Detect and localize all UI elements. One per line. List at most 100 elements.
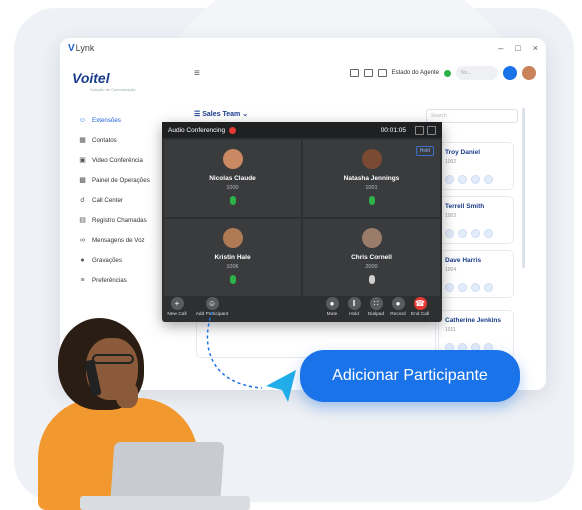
top-bar: ≡ Estado do Agente No... xyxy=(184,58,546,88)
contacts-icon: ▦ xyxy=(79,137,86,144)
scrollbar[interactable] xyxy=(522,108,525,268)
mic-on-icon xyxy=(229,196,236,205)
chat-icon[interactable] xyxy=(471,175,480,184)
lynk-logo-icon: V xyxy=(68,42,75,54)
contact-ext: 1002 xyxy=(445,159,457,165)
participant-name: Nicolas Claude xyxy=(209,175,256,182)
conference-header: Audio Conferencing 00:01:05 xyxy=(162,122,442,138)
avatar xyxy=(361,149,382,169)
contact-name: Dave Harris xyxy=(445,257,482,264)
more-icon[interactable] xyxy=(484,229,493,238)
agent-status-label[interactable]: Estado do Agente xyxy=(392,70,439,76)
fullscreen-icon[interactable] xyxy=(427,125,436,135)
participant-name: Kristin Hale xyxy=(214,254,251,261)
contact-card[interactable]: Terrell Smith 1003 xyxy=(438,196,514,244)
new-call-button[interactable]: + New Call xyxy=(160,297,194,317)
team-selector[interactable]: ☰ Sales Team ⌄ xyxy=(194,110,248,118)
phone-icon[interactable] xyxy=(445,229,454,238)
sidebar-item-label: Registro Chamadas xyxy=(92,216,147,224)
call-timer: 00:01:05 xyxy=(380,126,406,134)
sidebar-item-label: Preferências xyxy=(92,276,127,284)
participant-tile: Chris Cornell 2000 xyxy=(303,219,440,296)
status-select[interactable]: No... xyxy=(456,66,498,80)
microphone-icon: ● xyxy=(80,256,85,264)
sidebar-item-label: Painel de Operações xyxy=(92,176,150,184)
end-call-icon: ☎ xyxy=(413,297,427,310)
title-bar: V Lynk – □ × xyxy=(60,38,546,58)
voicemail-icon: ∞ xyxy=(80,236,85,244)
video-icon[interactable] xyxy=(458,283,467,292)
mic-on-icon xyxy=(229,275,236,284)
contact-name: Troy Daniel xyxy=(445,149,481,156)
record-indicator-icon xyxy=(229,126,237,134)
avatar xyxy=(361,228,382,248)
users-icon: ☺ xyxy=(78,116,87,124)
calendar-icon[interactable] xyxy=(363,69,373,77)
menu-icon[interactable]: ≡ xyxy=(194,68,200,79)
maximize-button[interactable]: □ xyxy=(515,43,520,53)
participant-tile: Hold Natasha Jennings 1001 xyxy=(303,140,440,217)
participant-ext: 1000 xyxy=(226,185,239,191)
phone-icon[interactable] xyxy=(445,175,454,184)
woman-hand xyxy=(116,382,138,408)
phone-button[interactable] xyxy=(503,66,517,80)
contact-ext: 1003 xyxy=(445,213,457,219)
monitor-icon[interactable] xyxy=(377,69,387,77)
brand-tagline: Solução de Comunicação xyxy=(90,87,136,92)
audio-conference-panel: Audio Conferencing 00:01:05 Nicolas Clau… xyxy=(162,122,442,322)
participant-ext: 1001 xyxy=(365,185,378,191)
sidebar-item-label: Call Center xyxy=(92,196,123,204)
chat-icon[interactable] xyxy=(471,283,480,292)
participant-name: Natasha Jennings xyxy=(343,175,400,182)
minimize-button[interactable]: – xyxy=(498,43,503,53)
conference-title: Audio Conferencing xyxy=(168,126,226,134)
participant-tile: Kristin Hale 1006 xyxy=(164,219,301,296)
avatar xyxy=(222,149,243,169)
add-participant-cta[interactable]: Adicionar Participante xyxy=(300,350,520,402)
sidebar-item-label: Mensagens de Voz xyxy=(92,236,145,244)
contact-card[interactable]: Dave Harris 1004 xyxy=(438,250,514,298)
arrow-icon xyxy=(266,370,296,402)
avatar xyxy=(222,228,243,248)
sidebar-item-label: Video Conferência xyxy=(92,156,143,164)
dashboard-icon: ▩ xyxy=(79,177,86,184)
participant-ext: 2000 xyxy=(365,264,378,270)
headset-icon: ☌ xyxy=(80,197,85,204)
avatar[interactable] xyxy=(522,66,536,80)
contact-name: Catherine Jenkins xyxy=(445,317,501,324)
chat-icon[interactable] xyxy=(471,229,480,238)
dialpad-icon[interactable] xyxy=(349,69,359,77)
mic-muted-icon xyxy=(368,275,375,284)
plus-icon: + xyxy=(170,297,184,310)
sidebar-item-label: Contatos xyxy=(92,136,117,144)
participant-tile: Nicolas Claude 1000 xyxy=(164,140,301,217)
search-input[interactable]: Search xyxy=(426,109,518,123)
participant-name: Chris Cornell xyxy=(351,254,392,261)
close-button[interactable]: × xyxy=(533,43,538,53)
video-icon[interactable] xyxy=(458,175,467,184)
contact-name: Terrell Smith xyxy=(445,203,485,210)
contact-ext: 1011 xyxy=(445,327,456,333)
promo-stage: V Lynk – □ × Voitel Solução de Comunicaç… xyxy=(0,0,582,510)
contact-ext: 1004 xyxy=(445,267,457,273)
app-title: Lynk xyxy=(75,43,95,53)
phone-icon[interactable] xyxy=(445,283,454,292)
more-icon[interactable] xyxy=(484,175,493,184)
participant-ext: 1006 xyxy=(226,264,239,270)
laptop-base xyxy=(80,496,250,510)
participant-grid: Nicolas Claude 1000 Hold Natasha Jenning… xyxy=(164,140,440,296)
minimize-panel-icon[interactable] xyxy=(415,125,424,135)
status-dot-icon xyxy=(444,69,451,77)
end-call-button[interactable]: ☎ End Call xyxy=(403,297,437,317)
video-icon[interactable] xyxy=(458,229,467,238)
settings-icon: ≡ xyxy=(80,276,85,284)
more-icon[interactable] xyxy=(484,283,493,292)
sidebar-item-label: Gravações xyxy=(92,256,122,264)
brand-logo: Voitel xyxy=(72,70,110,86)
contact-card[interactable]: Troy Daniel 1002 xyxy=(438,142,514,190)
glasses-icon xyxy=(92,354,134,364)
mic-on-icon xyxy=(368,196,375,205)
video-icon: ▣ xyxy=(79,157,86,164)
call-log-icon: ▤ xyxy=(79,217,86,224)
hold-badge[interactable]: Hold xyxy=(415,146,434,156)
